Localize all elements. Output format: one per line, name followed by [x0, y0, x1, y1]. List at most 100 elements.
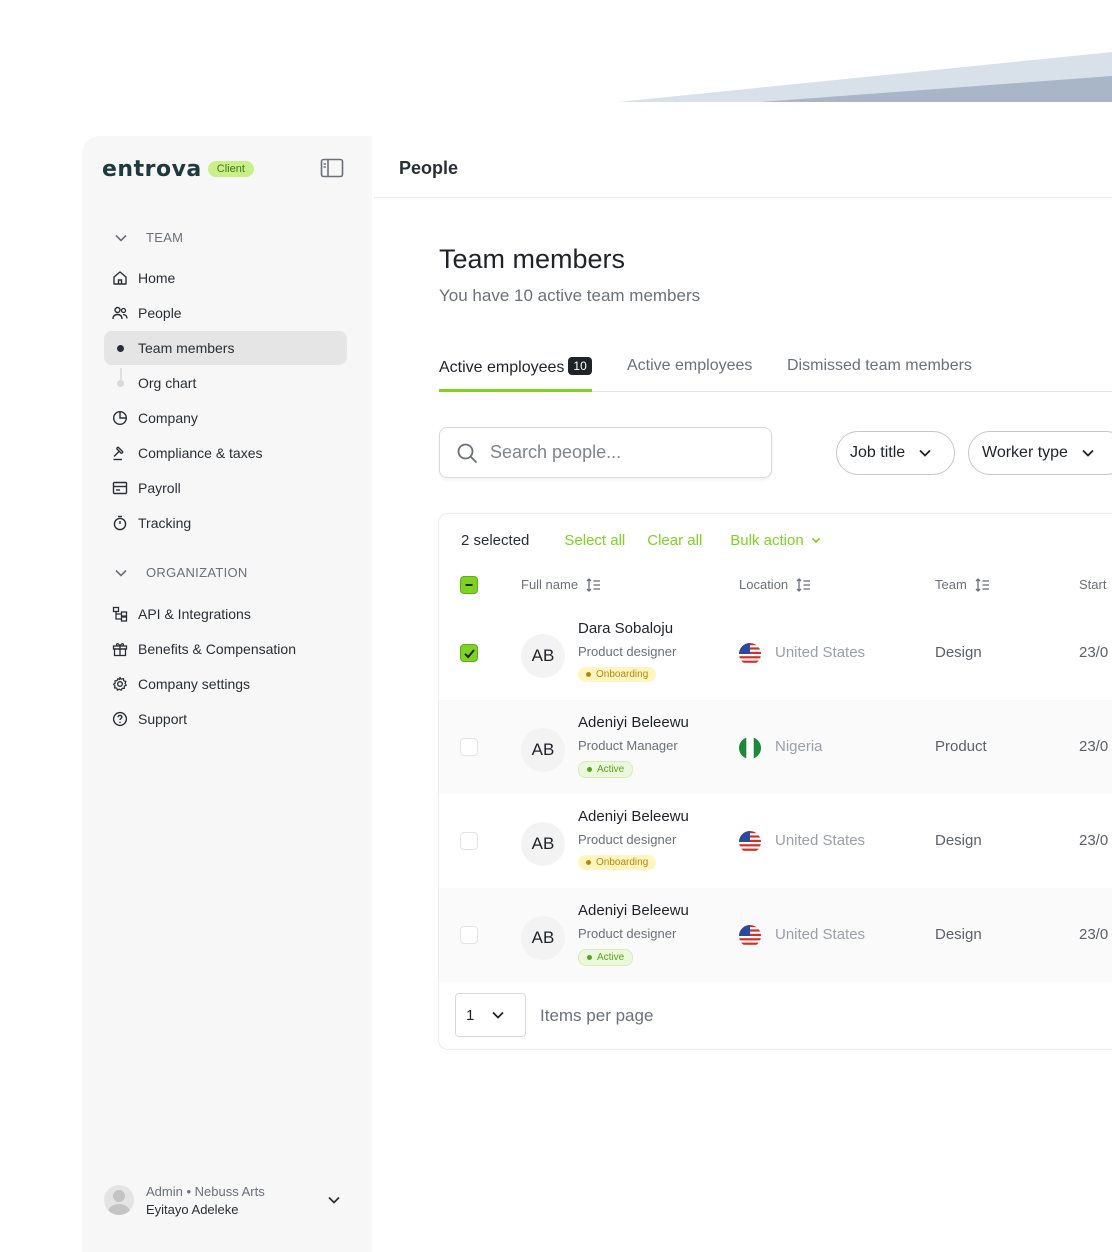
page-header-title: People: [399, 158, 459, 178]
avatar: [104, 1185, 134, 1215]
sidebar-toggle-icon: [320, 158, 344, 178]
row-checkbox[interactable]: [460, 738, 478, 756]
chevron-down-icon: [115, 234, 127, 242]
search-input[interactable]: [490, 442, 740, 463]
tab-count-badge: 10: [568, 357, 592, 375]
clear-all-link[interactable]: Clear all: [647, 532, 702, 549]
chevron-down-icon: [811, 537, 820, 544]
sidebar-item-label: Org chart: [138, 375, 197, 391]
employee-team: Design: [935, 644, 982, 661]
sidebar-item-label: Compliance & taxes: [138, 445, 263, 461]
sidebar-item-api-integrations[interactable]: API & Integrations: [104, 597, 347, 631]
status-label: Onboarding: [596, 669, 649, 680]
sidebar-item-label: Tracking: [138, 515, 192, 531]
employee-name[interactable]: Adeniyi Beleewu: [578, 902, 689, 919]
items-per-page-select[interactable]: 1: [455, 993, 526, 1037]
us-flag-icon: [739, 643, 761, 665]
organization-section-label: ORGANIZATION: [146, 565, 248, 580]
user-profile[interactable]: Admin • Nebuss Arts Eyitayo Adeleke: [104, 1182, 354, 1218]
column-header-team[interactable]: Team: [935, 577, 990, 592]
sidebar-item-label: Company settings: [138, 676, 251, 692]
gear-icon: [112, 676, 128, 692]
gavel-icon: [112, 445, 128, 461]
sidebar-item-label: API & Integrations: [138, 606, 251, 622]
us-flag-icon: [739, 831, 761, 853]
sidebar-item-people[interactable]: People: [104, 296, 347, 330]
tab-active-employees-2[interactable]: Active employees: [627, 357, 752, 375]
worker-type-filter[interactable]: Worker type: [968, 431, 1112, 475]
employee-location: Nigeria: [775, 738, 823, 755]
chevron-down-icon: [115, 569, 127, 577]
sidebar-item-tracking[interactable]: Tracking: [104, 506, 347, 540]
column-header-start[interactable]: Start: [1079, 577, 1106, 592]
employee-role: Product Manager: [578, 738, 678, 753]
sidebar-item-compliance[interactable]: Compliance & taxes: [104, 436, 347, 470]
employee-name[interactable]: Dara Sobaloju: [578, 620, 673, 637]
employee-location: United States: [775, 832, 866, 849]
company-icon: [112, 410, 128, 426]
employee-role: Product designer: [578, 832, 677, 847]
logo[interactable]: entrova: [102, 157, 202, 182]
employee-start-date: 23/0: [1079, 832, 1109, 849]
payroll-icon: [112, 480, 128, 496]
status-label: Active: [597, 764, 625, 775]
sidebar-item-support[interactable]: Support: [104, 702, 347, 736]
worker-type-filter-label: Worker type: [982, 444, 1068, 461]
sort-icon: [975, 577, 989, 592]
stopwatch-icon: [112, 515, 128, 531]
employee-start-date: 23/0: [1079, 738, 1109, 755]
row-checkbox[interactable]: [460, 644, 478, 662]
status-label: Onboarding: [596, 857, 649, 868]
sidebar-item-team-members[interactable]: Team members: [104, 331, 347, 365]
selected-count: 2 selected: [461, 531, 530, 549]
select-all-checkbox[interactable]: [460, 576, 478, 594]
chevron-down-icon[interactable]: [326, 1192, 342, 1208]
user-name: Eyitayo Adeleke: [146, 1201, 239, 1217]
table-row[interactable]: AB Adeniyi Beleewu Product designer Acti…: [439, 888, 1112, 982]
sidebar-item-label: Payroll: [138, 480, 181, 496]
us-flag-icon: [739, 925, 761, 947]
column-header-label: Location: [739, 577, 789, 592]
employee-role: Product designer: [578, 926, 677, 941]
employee-role: Product designer: [578, 644, 677, 659]
employee-name[interactable]: Adeniyi Beleewu: [578, 714, 689, 731]
sidebar-toggle-button[interactable]: [320, 158, 344, 178]
tab-active-employees[interactable]: Active employees 10: [439, 357, 592, 392]
team-section-toggle[interactable]: TEAM: [114, 230, 183, 245]
sidebar-item-payroll[interactable]: Payroll: [104, 471, 347, 505]
job-title-filter[interactable]: Job title: [836, 431, 955, 475]
search-box: [439, 427, 772, 478]
sidebar-item-company-settings[interactable]: Company settings: [104, 667, 347, 701]
sidebar-item-label: Team members: [138, 340, 235, 356]
gift-icon: [112, 641, 128, 657]
tab-dismissed-team-members[interactable]: Dismissed team members: [787, 357, 972, 375]
bulk-action-dropdown[interactable]: Bulk action: [730, 532, 821, 549]
sidebar-item-company[interactable]: Company: [104, 401, 347, 435]
status-badge: Onboarding: [578, 667, 657, 682]
app-window: entrova Client TEAM Home People Team mem…: [82, 136, 1112, 1252]
column-header-full-name[interactable]: Full name: [521, 577, 601, 592]
nigeria-flag-icon: [739, 737, 761, 759]
decorative-wedge: [618, 52, 1112, 102]
table-row[interactable]: AB Adeniyi Beleewu Product Manager Activ…: [439, 700, 1112, 794]
search-icon: [457, 443, 477, 463]
user-role: Admin • Nebuss Arts: [146, 1183, 265, 1199]
items-per-page-label: Items per page: [540, 1006, 654, 1025]
minus-icon: [465, 584, 473, 586]
sidebar-item-org-chart[interactable]: Org chart: [104, 366, 347, 400]
column-header-location[interactable]: Location: [739, 577, 811, 592]
job-title-filter-label: Job title: [850, 444, 906, 461]
table-row[interactable]: AB Dara Sobaloju Product designer Onboar…: [439, 606, 1112, 700]
organization-section-toggle[interactable]: ORGANIZATION: [114, 565, 248, 580]
home-icon: [112, 270, 128, 286]
employee-start-date: 23/0: [1079, 644, 1109, 661]
sidebar-item-benefits[interactable]: Benefits & Compensation: [104, 632, 347, 666]
table-row[interactable]: AB Adeniyi Beleewu Product designer Onbo…: [439, 794, 1112, 888]
row-checkbox[interactable]: [460, 832, 478, 850]
people-icon: [112, 305, 128, 321]
row-checkbox[interactable]: [460, 926, 478, 944]
select-all-link[interactable]: Select all: [564, 532, 625, 549]
sidebar-item-label: Support: [138, 711, 188, 727]
sidebar-item-home[interactable]: Home: [104, 261, 347, 295]
employee-name[interactable]: Adeniyi Beleewu: [578, 808, 689, 825]
